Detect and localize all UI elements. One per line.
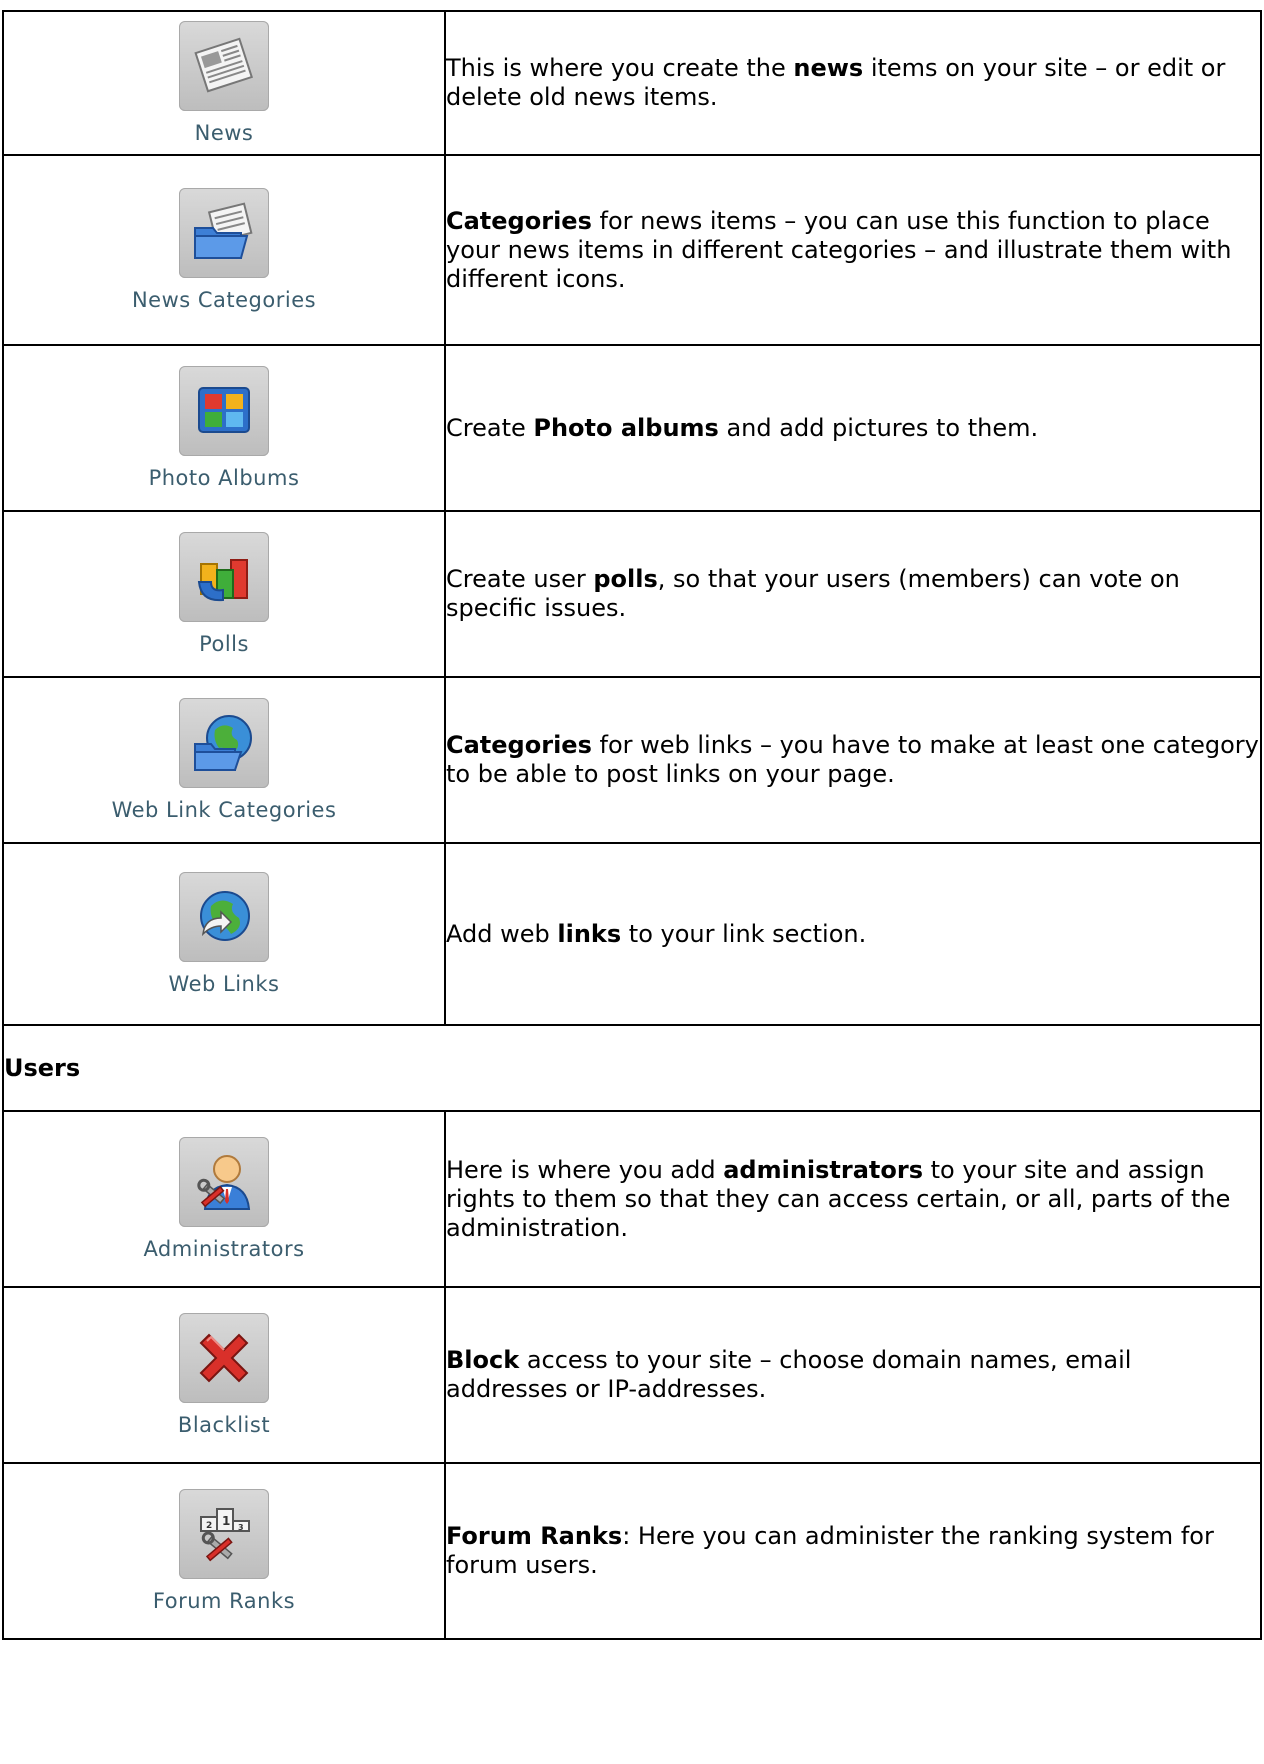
feature-link-photo-albums[interactable]: Photo Albums xyxy=(4,366,444,490)
icon-cell: Photo Albums xyxy=(2,344,446,512)
icon-label[interactable]: News xyxy=(195,121,254,145)
icon-cell: 1 2 3 Forum Ranks xyxy=(2,1462,446,1640)
desc-bold: Photo albums xyxy=(533,413,719,442)
desc-bold: Forum Ranks xyxy=(446,1522,623,1550)
description-cell: This is where you create the news items … xyxy=(444,10,1262,156)
feature-link-polls[interactable]: Polls xyxy=(4,532,444,656)
table-row: Administrators Here is where you add adm… xyxy=(2,1110,1262,1288)
news-folder-icon[interactable] xyxy=(179,188,269,278)
podium-tools-icon[interactable]: 1 2 3 xyxy=(179,1489,269,1579)
description-cell: Categories for web links – you have to m… xyxy=(444,676,1262,844)
photo-album-icon[interactable] xyxy=(179,366,269,456)
feature-link-web-link-categories[interactable]: Web Link Categories xyxy=(4,698,444,822)
description-cell: Here is where you add administrators to … xyxy=(444,1110,1262,1288)
desc-bold: polls xyxy=(593,565,658,593)
desc-text: and add pictures to them. xyxy=(718,413,1039,442)
desc-bold: news xyxy=(793,54,864,82)
icon-cell: Administrators xyxy=(2,1110,446,1288)
icon-label[interactable]: Web Link Categories xyxy=(112,798,337,822)
desc-bold: Categories xyxy=(446,731,592,759)
feature-link-forum-ranks[interactable]: 1 2 3 Forum Ranks xyxy=(4,1489,444,1613)
feature-link-administrators[interactable]: Administrators xyxy=(4,1137,444,1261)
desc-text: Create user xyxy=(446,565,594,593)
table-row: News Categories Categories for news item… xyxy=(2,154,1262,346)
table-row: Blacklist Block access to your site – ch… xyxy=(2,1286,1262,1464)
icon-label[interactable]: Forum Ranks xyxy=(153,1589,295,1613)
table-row: News This is where you create the news i… xyxy=(2,10,1262,156)
feature-link-blacklist[interactable]: Blacklist xyxy=(4,1313,444,1437)
globe-folder-icon[interactable] xyxy=(179,698,269,788)
icon-cell: Blacklist xyxy=(2,1286,446,1464)
globe-link-icon[interactable] xyxy=(179,872,269,962)
section-header-row: Users xyxy=(2,1024,1262,1112)
desc-text: access to your site – choose domain name… xyxy=(446,1346,1132,1403)
admin-features-table: News This is where you create the news i… xyxy=(2,10,1262,1640)
icon-label[interactable]: Photo Albums xyxy=(149,466,300,490)
table-row: Web Links Add web links to your link sec… xyxy=(2,842,1262,1026)
desc-text: Create xyxy=(446,413,534,442)
icon-label[interactable]: Polls xyxy=(199,632,249,656)
desc-bold: links xyxy=(557,919,622,948)
icon-label[interactable]: News Categories xyxy=(132,288,316,312)
icon-cell: Web Link Categories xyxy=(2,676,446,844)
table-row: 1 2 3 Forum Ranks Forum Ranks: Here you … xyxy=(2,1462,1262,1640)
feature-link-web-links[interactable]: Web Links xyxy=(4,872,444,996)
red-x-icon[interactable] xyxy=(179,1313,269,1403)
icon-label[interactable]: Web Links xyxy=(169,972,280,996)
icon-cell: News Categories xyxy=(2,154,446,346)
svg-text:3: 3 xyxy=(238,1523,244,1532)
table-row: Photo Albums Create Photo albums and add… xyxy=(2,344,1262,512)
feature-link-news[interactable]: News xyxy=(4,21,444,145)
icon-cell: News xyxy=(2,10,446,156)
svg-text:2: 2 xyxy=(206,1521,212,1531)
icon-label[interactable]: Blacklist xyxy=(178,1413,270,1437)
admin-user-icon[interactable] xyxy=(179,1137,269,1227)
description-cell: Categories for news items – you can use … xyxy=(444,154,1262,346)
desc-text: This is where you create the xyxy=(446,54,794,82)
section-title: Users xyxy=(2,1024,1262,1112)
desc-text: to your link section. xyxy=(621,919,867,948)
icon-cell: Polls xyxy=(2,510,446,678)
icon-cell: Web Links xyxy=(2,842,446,1026)
feature-link-news-categories[interactable]: News Categories xyxy=(4,188,444,312)
description-cell: Add web links to your link section. xyxy=(444,842,1262,1026)
newspaper-icon[interactable] xyxy=(179,21,269,111)
description-cell: Block access to your site – choose domai… xyxy=(444,1286,1262,1464)
desc-text: Here is where you add xyxy=(446,1155,724,1184)
desc-bold: administrators xyxy=(723,1155,924,1184)
desc-bold: Categories xyxy=(446,206,592,235)
desc-text: Add web xyxy=(446,919,558,948)
desc-bold: Block xyxy=(446,1346,520,1374)
icon-label[interactable]: Administrators xyxy=(143,1237,304,1261)
poll-chart-icon[interactable] xyxy=(179,532,269,622)
table-row: Polls Create user polls, so that your us… xyxy=(2,510,1262,678)
description-cell: Create user polls, so that your users (m… xyxy=(444,510,1262,678)
table-row: Web Link Categories Categories for web l… xyxy=(2,676,1262,844)
description-cell: Forum Ranks: Here you can administer the… xyxy=(444,1462,1262,1640)
svg-text:1: 1 xyxy=(222,1514,230,1528)
description-cell: Create Photo albums and add pictures to … xyxy=(444,344,1262,512)
